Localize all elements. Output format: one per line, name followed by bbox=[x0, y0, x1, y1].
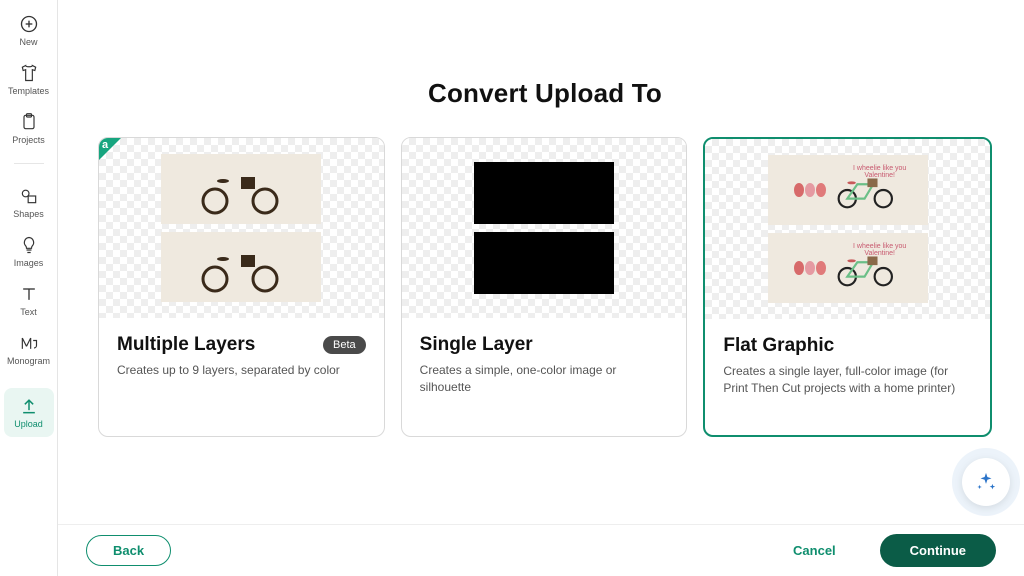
sidebar: New Templates Projects Shapes Images bbox=[0, 0, 58, 576]
preview-caption: I wheelie like you Valentine! bbox=[850, 243, 910, 257]
footer-bar: Back Cancel Continue bbox=[58, 524, 1024, 576]
option-card-flat-graphic[interactable]: I wheelie like you Valentine! bbox=[703, 137, 992, 437]
sidebar-item-label: Shapes bbox=[13, 210, 44, 219]
sidebar-item-label: Monogram bbox=[7, 357, 50, 366]
option-card-multiple-layers[interactable]: Multiple Layers Beta Creates up to 9 lay… bbox=[98, 137, 385, 437]
card-title: Flat Graphic bbox=[723, 335, 834, 357]
card-row: Multiple Layers Beta Creates up to 9 lay… bbox=[98, 137, 992, 437]
card-body: Flat Graphic Creates a single layer, ful… bbox=[705, 319, 990, 416]
preview-caption: I wheelie like you Valentine! bbox=[850, 165, 910, 179]
preview-tile-color: I wheelie like you Valentine! bbox=[768, 155, 928, 225]
preview-tile bbox=[161, 154, 321, 224]
continue-button[interactable]: Continue bbox=[880, 534, 996, 567]
balloons-icon bbox=[794, 183, 826, 197]
balloons-icon bbox=[794, 261, 826, 275]
sidebar-item-monogram[interactable]: Monogram bbox=[4, 325, 54, 374]
card-desc: Creates a simple, one-color image or sil… bbox=[420, 362, 669, 397]
text-icon bbox=[17, 282, 41, 306]
option-card-single-layer[interactable]: Single Layer Creates a simple, one-color… bbox=[401, 137, 688, 437]
bulb-icon bbox=[17, 233, 41, 257]
card-body: Multiple Layers Beta Creates up to 9 lay… bbox=[99, 318, 384, 397]
bicycle-outline-icon bbox=[191, 161, 291, 217]
tshirt-icon bbox=[17, 61, 41, 85]
card-title: Single Layer bbox=[420, 334, 533, 356]
sidebar-item-label: Templates bbox=[8, 87, 49, 96]
card-desc: Creates a single layer, full-color image… bbox=[723, 363, 972, 398]
preview-tile-color: I wheelie like you Valentine! bbox=[768, 233, 928, 303]
card-desc: Creates up to 9 layers, separated by col… bbox=[117, 362, 366, 379]
upload-icon bbox=[17, 394, 41, 418]
card-body: Single Layer Creates a simple, one-color… bbox=[402, 318, 687, 415]
preview-tile-black bbox=[474, 232, 614, 294]
sidebar-item-new[interactable]: New bbox=[4, 6, 54, 55]
monogram-icon bbox=[17, 331, 41, 355]
preview-tile bbox=[161, 232, 321, 302]
cancel-button[interactable]: Cancel bbox=[767, 536, 862, 565]
main-area: Convert Upload To bbox=[58, 0, 1024, 576]
beta-badge: Beta bbox=[323, 336, 366, 354]
bicycle-outline-icon bbox=[191, 239, 291, 295]
card-preview bbox=[402, 138, 687, 318]
sidebar-item-label: Upload bbox=[14, 420, 43, 429]
sidebar-item-label: Projects bbox=[12, 136, 45, 145]
card-preview: I wheelie like you Valentine! bbox=[705, 139, 990, 319]
access-flag-icon bbox=[99, 138, 121, 160]
sidebar-item-text[interactable]: Text bbox=[4, 276, 54, 325]
sidebar-item-label: New bbox=[19, 38, 37, 47]
shapes-icon bbox=[17, 184, 41, 208]
clipboard-icon bbox=[17, 110, 41, 134]
preview-tile-black bbox=[474, 162, 614, 224]
ai-sparkle-fab[interactable] bbox=[962, 458, 1010, 506]
sidebar-item-images[interactable]: Images bbox=[4, 227, 54, 276]
card-preview bbox=[99, 138, 384, 318]
back-button[interactable]: Back bbox=[86, 535, 171, 566]
content: Convert Upload To bbox=[58, 0, 1024, 524]
sidebar-item-projects[interactable]: Projects bbox=[4, 104, 54, 153]
plus-circle-icon bbox=[17, 12, 41, 36]
sparkle-icon bbox=[975, 471, 997, 493]
page-title: Convert Upload To bbox=[98, 78, 992, 109]
sidebar-divider bbox=[14, 163, 44, 164]
sidebar-item-upload[interactable]: Upload bbox=[4, 388, 54, 437]
sidebar-item-shapes[interactable]: Shapes bbox=[4, 178, 54, 227]
sidebar-item-label: Images bbox=[14, 259, 44, 268]
card-title: Multiple Layers bbox=[117, 334, 255, 356]
sidebar-item-label: Text bbox=[20, 308, 37, 317]
sidebar-item-templates[interactable]: Templates bbox=[4, 55, 54, 104]
